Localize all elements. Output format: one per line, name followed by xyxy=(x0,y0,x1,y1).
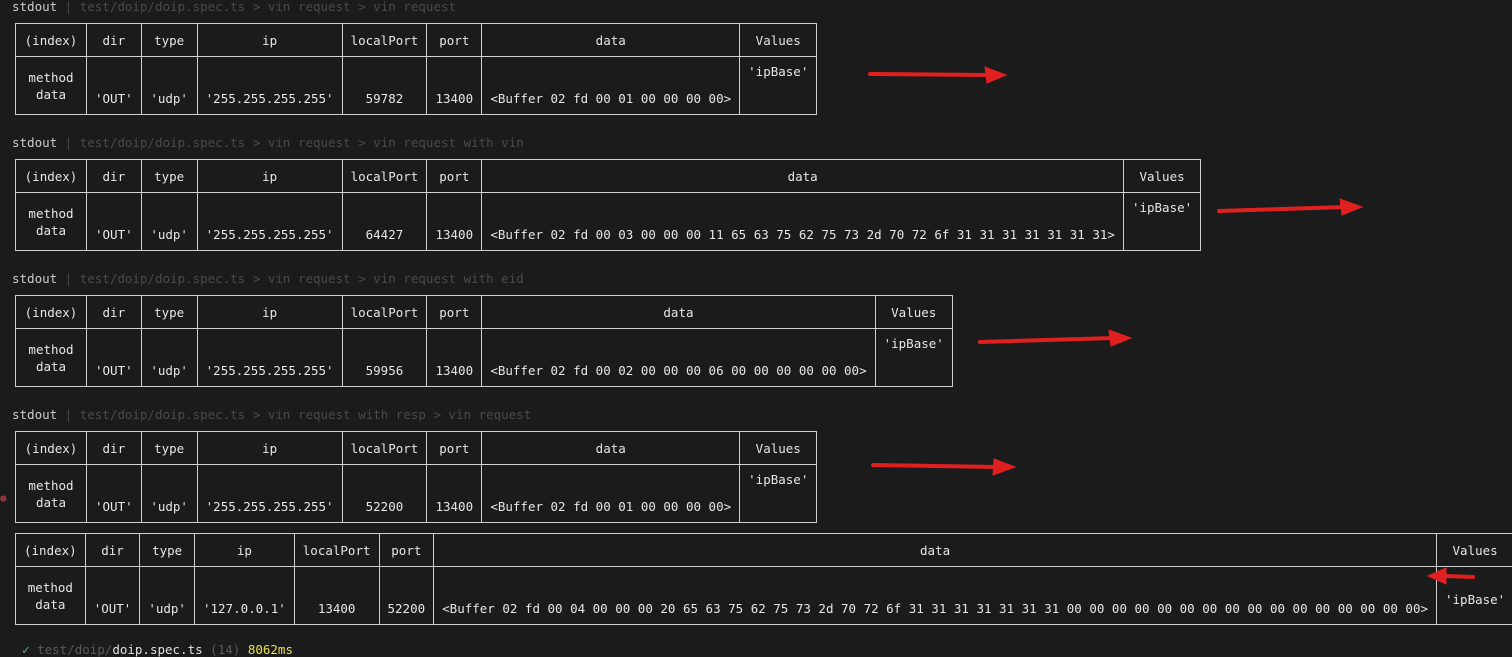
arrowhead-icon xyxy=(985,67,1006,83)
arrow-line-icon xyxy=(1219,207,1345,211)
footer-dir: test/doip/ xyxy=(37,642,112,657)
arrowhead-icon xyxy=(1340,199,1362,215)
arrow-line-icon xyxy=(870,74,990,75)
arrowhead-icon xyxy=(1428,568,1446,584)
arrowhead-icon xyxy=(1109,330,1131,346)
footer-file: doip.spec.ts xyxy=(112,642,202,657)
arrow-line-icon xyxy=(873,465,998,467)
footer-count: (14) xyxy=(210,642,240,657)
test-summary-line: ✓ test/doip/doip.spec.ts (14) 8062ms xyxy=(22,643,293,657)
arrow-line-icon xyxy=(980,338,1114,342)
arrowhead-icon xyxy=(993,459,1015,475)
arrow-line-icon xyxy=(1446,576,1473,577)
check-icon: ✓ xyxy=(22,642,30,657)
footer-time: 8062ms xyxy=(248,642,293,657)
annotation-arrows xyxy=(0,0,1512,652)
